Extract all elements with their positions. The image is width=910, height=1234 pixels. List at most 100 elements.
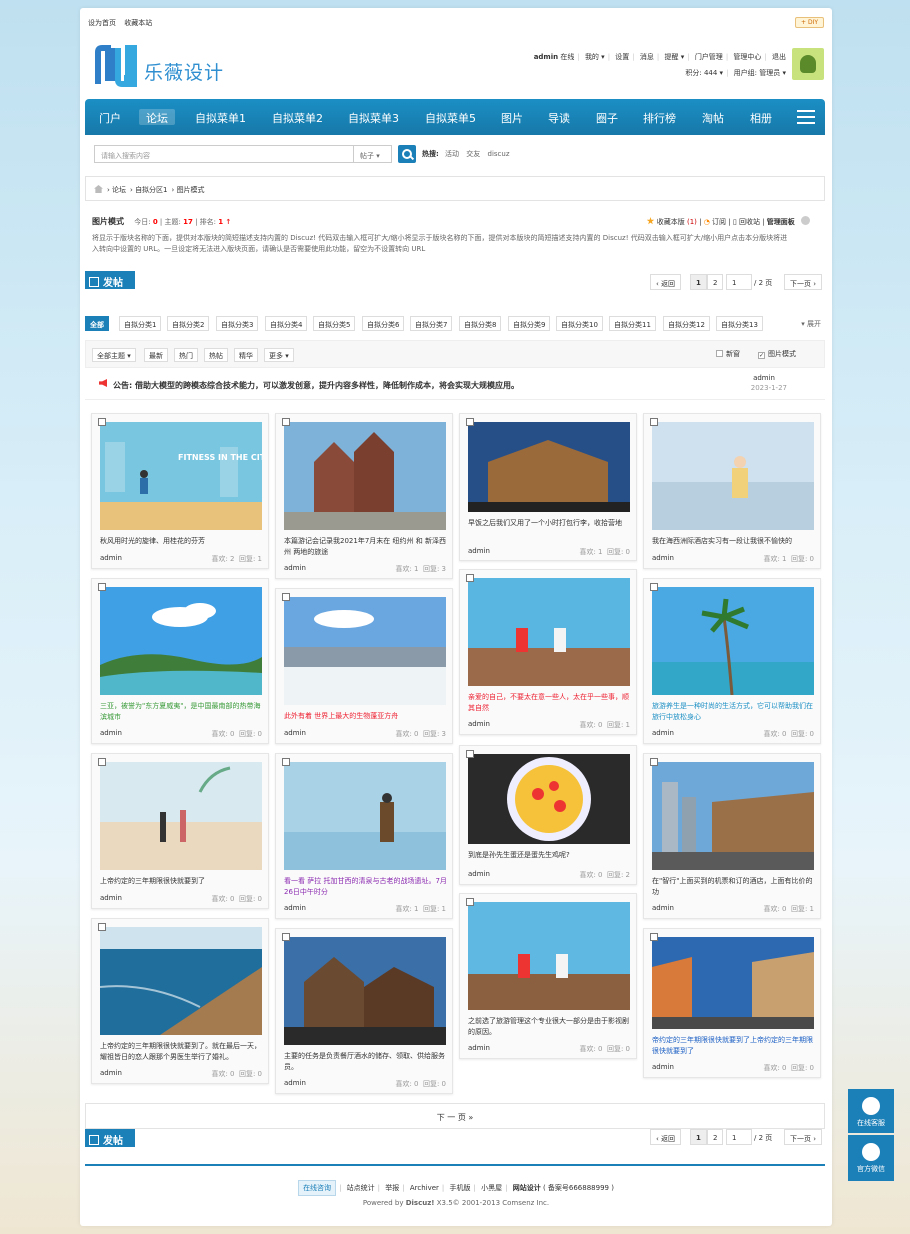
thread-image[interactable] xyxy=(100,762,262,870)
thread-image[interactable] xyxy=(284,422,446,530)
select-checkbox[interactable] xyxy=(466,574,474,582)
category-tab[interactable]: 自拟分类8 xyxy=(459,316,502,331)
online-consult-button[interactable]: 在线咨询 xyxy=(298,1180,337,1196)
category-tab[interactable]: 自拟分类7 xyxy=(410,316,453,331)
back-button[interactable]: ‹ 返回 xyxy=(650,274,682,290)
select-checkbox[interactable] xyxy=(282,933,290,941)
page-input[interactable]: 1 xyxy=(726,1129,752,1145)
messages-link[interactable]: 消息 xyxy=(640,53,654,61)
pic-mode-checkbox[interactable]: ✓ 图片模式 xyxy=(758,349,796,359)
search-icon[interactable] xyxy=(398,145,416,163)
page-2[interactable]: 2 xyxy=(707,274,724,290)
thread-author[interactable]: admin xyxy=(284,729,306,737)
thread-image[interactable] xyxy=(468,578,630,686)
thread-image[interactable] xyxy=(284,597,446,705)
set-home-link[interactable]: 设为首页 xyxy=(88,19,116,27)
nav-item[interactable]: 相册 xyxy=(750,110,772,126)
select-checkbox[interactable] xyxy=(98,583,106,591)
thread-author[interactable]: admin xyxy=(100,729,122,737)
filter-hot[interactable]: 热门 xyxy=(174,348,198,362)
select-checkbox[interactable] xyxy=(650,933,658,941)
nav-item[interactable]: 圈子 xyxy=(596,110,618,126)
thread-author[interactable]: admin xyxy=(468,1044,490,1052)
thread-image[interactable] xyxy=(468,754,630,844)
thread-image[interactable] xyxy=(652,587,814,695)
admin-center-link[interactable]: 管理中心 xyxy=(733,53,761,61)
next-page-button[interactable]: 下一页 › xyxy=(784,1129,823,1145)
nav-item[interactable]: 导读 xyxy=(548,110,570,126)
page-input[interactable]: 1 xyxy=(726,274,752,290)
thread-author[interactable]: admin xyxy=(652,554,674,562)
thread-image[interactable] xyxy=(284,762,446,870)
thread-title[interactable]: 在"智行"上面买到的机票和订的酒店，上面有比价的功 xyxy=(652,876,816,898)
nav-item[interactable]: 自拟菜单5 xyxy=(425,110,476,126)
category-tab[interactable]: 自拟分类13 xyxy=(716,316,763,331)
category-tab[interactable]: 自拟分类3 xyxy=(216,316,259,331)
thread-card[interactable]: FITNESS IN THE CITY 秋风用时光的旋律、用桂花的芬芳 admi… xyxy=(91,413,269,569)
nav-item[interactable]: 自拟菜单3 xyxy=(348,110,399,126)
select-checkbox[interactable] xyxy=(282,758,290,766)
hot-keyword[interactable]: discuz xyxy=(488,150,510,158)
bookmark-link[interactable]: 收藏本站 xyxy=(124,19,152,27)
thread-title[interactable]: 早饭之后我们又用了一个小时打包行李，收拾营地 xyxy=(468,518,632,529)
breadcrumb-item[interactable]: 论坛 xyxy=(112,186,126,194)
category-tab[interactable]: 自拟分类1 xyxy=(119,316,162,331)
category-tab[interactable]: 自拟分类2 xyxy=(167,316,210,331)
breadcrumb-item[interactable]: 自拟分区1 xyxy=(135,186,167,194)
select-checkbox[interactable] xyxy=(650,418,658,426)
thread-image[interactable] xyxy=(652,422,814,530)
select-checkbox[interactable] xyxy=(98,758,106,766)
thread-title[interactable]: 看一看 萨拉 托加甘西的清泉与古老的战场遗址。7月26日中午时分 xyxy=(284,876,448,898)
thread-image[interactable] xyxy=(100,587,262,695)
nav-item[interactable]: 排行榜 xyxy=(643,110,676,126)
thread-card[interactable]: 此外有着 世界上最大的生物蓬亚方舟 admin 喜欢: 0 回复: 3 xyxy=(275,588,453,744)
select-checkbox[interactable] xyxy=(98,418,106,426)
select-checkbox[interactable] xyxy=(650,758,658,766)
filter-all[interactable]: 全部主题 ▾ xyxy=(92,348,136,362)
online-service-button[interactable]: 在线客服 xyxy=(848,1089,894,1133)
manage-panel-link[interactable]: 管理面板 xyxy=(767,218,795,226)
nav-item[interactable]: 自拟菜单1 xyxy=(195,110,246,126)
username-link[interactable]: admin xyxy=(534,53,558,61)
thread-card[interactable]: 我在海西洲际酒店实习有一段让我很不愉快的 admin 喜欢: 1 回复: 0 xyxy=(643,413,821,569)
select-checkbox[interactable] xyxy=(466,750,474,758)
thread-title[interactable]: 之前选了旅游管理这个专业很大一部分是由于影视剧的原因。 xyxy=(468,1016,632,1038)
thread-card[interactable]: 早饭之后我们又用了一个小时打包行李，收拾营地 admin 喜欢: 1 回复: 0 xyxy=(459,413,637,561)
settings-link[interactable]: 设置 xyxy=(615,53,629,61)
thread-author[interactable]: admin xyxy=(468,720,490,728)
mobile-link[interactable]: 手机版 xyxy=(450,1184,471,1192)
report-link[interactable]: 举报 xyxy=(385,1184,399,1192)
fav-forum-link[interactable]: 收藏本版 xyxy=(657,218,685,226)
thread-title[interactable]: 本篇游记会记录我2021年7月末在 纽约州 和 新泽西州 两地的旅途 xyxy=(284,536,448,558)
hamburger-menu-icon[interactable] xyxy=(797,110,815,124)
announcement-author[interactable]: admin xyxy=(753,374,775,382)
thread-title[interactable]: 到底是孙先生蛋还是蛋先生鸡呢? xyxy=(468,850,632,861)
filter-digest[interactable]: 精华 xyxy=(234,348,258,362)
thread-card[interactable]: 旅游养生是一种时尚的生活方式，它可以帮助我们在旅行中放松身心 admin 喜欢:… xyxy=(643,578,821,744)
thread-card[interactable]: 到底是孙先生蛋还是蛋先生鸡呢? admin 喜欢: 0 回复: 2 xyxy=(459,745,637,885)
thread-title[interactable]: 我在海西洲际酒店实习有一段让我很不愉快的 xyxy=(652,536,816,547)
thread-card[interactable]: 在"智行"上面买到的机票和订的酒店，上面有比价的功 admin 喜欢: 0 回复… xyxy=(643,753,821,919)
thread-author[interactable]: admin xyxy=(100,894,122,902)
thread-title[interactable]: 秋风用时光的旋律、用桂花的芬芳 xyxy=(100,536,264,547)
portal-manage-link[interactable]: 门户管理 xyxy=(695,53,723,61)
nav-item[interactable]: 自拟菜单2 xyxy=(272,110,323,126)
thread-title[interactable]: 上帝约定的三年期限很快就要到了 xyxy=(100,876,264,887)
page-1[interactable]: 1 xyxy=(690,1129,707,1145)
thread-image[interactable] xyxy=(652,937,814,1029)
thread-card[interactable]: 之前选了旅游管理这个专业很大一部分是由于影视剧的原因。 admin 喜欢: 0 … xyxy=(459,893,637,1059)
category-tab[interactable]: 自拟分类4 xyxy=(265,316,308,331)
collapse-icon[interactable] xyxy=(801,216,810,225)
thread-card[interactable]: 上帝约定的三年期限很快就要到了 admin 喜欢: 0 回复: 0 xyxy=(91,753,269,909)
thread-title[interactable]: 此外有着 世界上最大的生物蓬亚方舟 xyxy=(284,711,448,722)
nav-item[interactable]: 淘帖 xyxy=(702,110,724,126)
post-thread-button[interactable]: 发帖 xyxy=(85,271,135,289)
thread-title[interactable]: 亲爱的自己，不要太在意一些人，太在乎一些事，顺其自然 xyxy=(468,692,632,714)
subscribe-link[interactable]: 订阅 xyxy=(712,218,726,226)
announcement-text[interactable]: 公告: 借助大模型的跨模态综合技术能力，可以激发创意，提升内容多样性，降低制作成… xyxy=(113,380,519,391)
thread-card[interactable]: 主要的任务是负责餐厅酒水的储存、领取、供给服务员。 admin 喜欢: 0 回复… xyxy=(275,928,453,1094)
thread-card[interactable]: 帝约定的三年期限很快就要到了上帝约定的三年期限很快就要到了 admin 喜欢: … xyxy=(643,928,821,1078)
thread-card[interactable]: 上帝约定的三年期限很快就要到了。就在最后一天，耀祖皆日的恋人跟那个男医生举行了婚… xyxy=(91,918,269,1084)
thread-title[interactable]: 上帝约定的三年期限很快就要到了。就在最后一天，耀祖皆日的恋人跟那个男医生举行了婚… xyxy=(100,1041,264,1063)
select-checkbox[interactable] xyxy=(650,583,658,591)
